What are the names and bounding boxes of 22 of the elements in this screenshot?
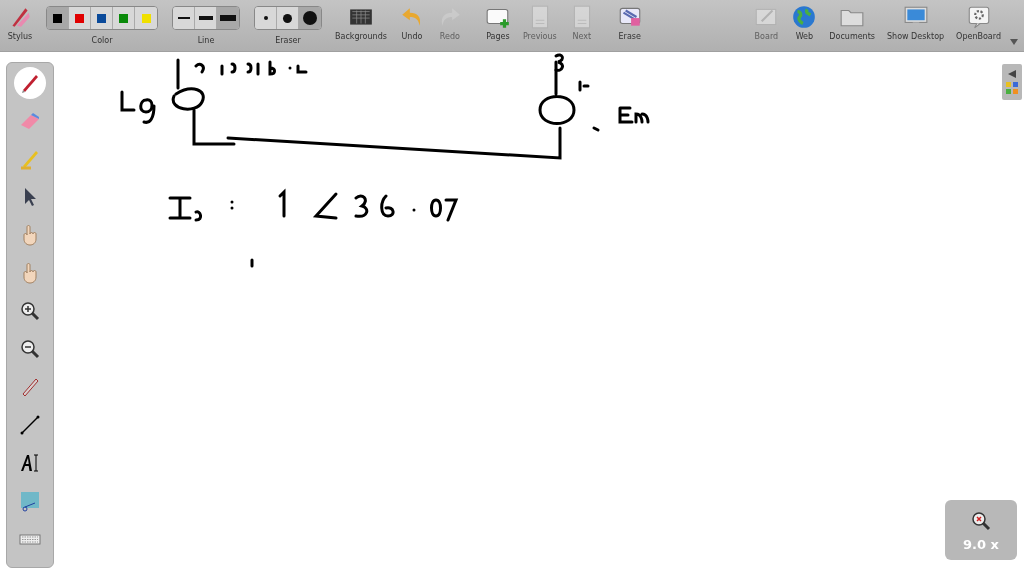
web-button[interactable]: Web bbox=[788, 4, 821, 41]
line-width-button[interactable] bbox=[217, 7, 239, 29]
documents-button[interactable]: Documents bbox=[826, 4, 878, 41]
backgrounds-button[interactable]: Backgrounds bbox=[332, 4, 390, 41]
desktop-button[interactable]: Show Desktop bbox=[884, 4, 948, 41]
toolbar-label: Eraser bbox=[275, 36, 301, 45]
toolbar-label: Color bbox=[91, 36, 113, 45]
side-panel-tab-icon[interactable] bbox=[1002, 64, 1022, 100]
line-width-button[interactable] bbox=[173, 7, 195, 29]
openboard-button[interactable]: OpenBoard bbox=[953, 4, 1004, 41]
stylus-button[interactable]: Stylus bbox=[4, 4, 36, 41]
eraser-size-button[interactable] bbox=[255, 7, 277, 29]
toolbar-label: Line bbox=[197, 36, 215, 45]
zoom-level: 9.0 x bbox=[963, 536, 999, 552]
globe-icon bbox=[791, 4, 818, 30]
undo-button[interactable]: Undo bbox=[395, 4, 428, 41]
color-swatch[interactable] bbox=[47, 7, 69, 29]
eraser-size-button[interactable] bbox=[299, 7, 321, 29]
caret-icon[interactable] bbox=[1010, 39, 1018, 45]
pen-icon[interactable] bbox=[14, 67, 46, 99]
pages-button[interactable]: Pages bbox=[481, 4, 514, 41]
erase-button[interactable]: Erase bbox=[613, 4, 646, 41]
